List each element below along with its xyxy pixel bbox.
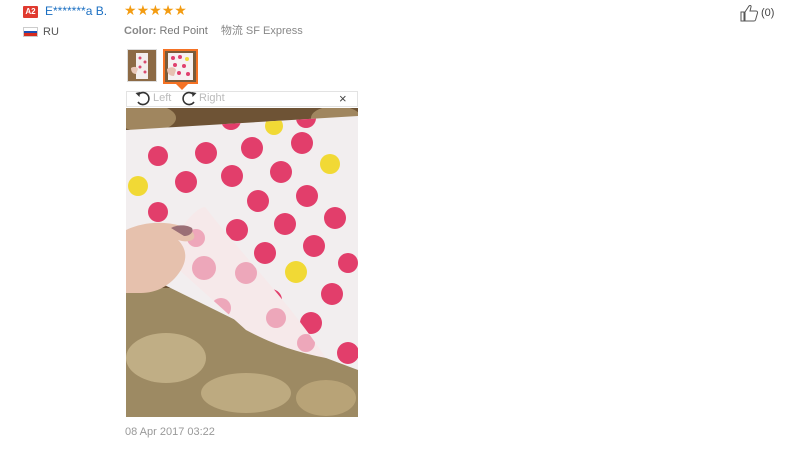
thumbs-up-icon bbox=[740, 4, 759, 22]
star-icon: ★ bbox=[124, 2, 137, 18]
reviewer-country: RU bbox=[43, 26, 59, 38]
rotate-left-label: Left bbox=[153, 92, 172, 104]
rating-stars: ★ ★ ★ ★ ★ bbox=[124, 3, 187, 17]
helpful-count: (0) bbox=[761, 7, 775, 19]
helpful-button[interactable]: (0) bbox=[739, 4, 774, 22]
rotate-right-icon bbox=[182, 91, 197, 106]
thumbnail-image bbox=[128, 50, 156, 81]
rotate-right-button[interactable]: Right bbox=[180, 90, 225, 106]
review-date: 08 Apr 2017 03:22 bbox=[125, 426, 215, 438]
shipping-method: 物流 SF Express bbox=[220, 25, 303, 37]
color-value: Red Point bbox=[159, 25, 208, 37]
order-info: Color: Red Point 物流 SF Express bbox=[124, 22, 303, 38]
reviewer-name[interactable]: E*******a B. bbox=[45, 4, 107, 18]
review-photo-image bbox=[126, 108, 358, 417]
photo-thumbnail-1[interactable] bbox=[127, 49, 157, 82]
rotate-left-icon bbox=[135, 91, 150, 106]
star-icon: ★ bbox=[149, 2, 162, 18]
color-label: Color: bbox=[124, 25, 157, 37]
photo-thumbnail-2[interactable] bbox=[163, 49, 198, 84]
star-icon: ★ bbox=[161, 2, 175, 18]
star-icon: ★ bbox=[136, 2, 150, 18]
thumbnail-image bbox=[165, 51, 196, 82]
level-badge: A2 bbox=[23, 6, 38, 18]
close-viewer-button[interactable]: × bbox=[339, 92, 347, 105]
rotate-right-label: Right bbox=[199, 92, 225, 104]
review-photo bbox=[126, 108, 358, 417]
russia-flag-icon bbox=[23, 27, 38, 37]
rotate-left-button[interactable]: Left bbox=[134, 90, 171, 106]
star-icon: ★ bbox=[174, 2, 187, 18]
